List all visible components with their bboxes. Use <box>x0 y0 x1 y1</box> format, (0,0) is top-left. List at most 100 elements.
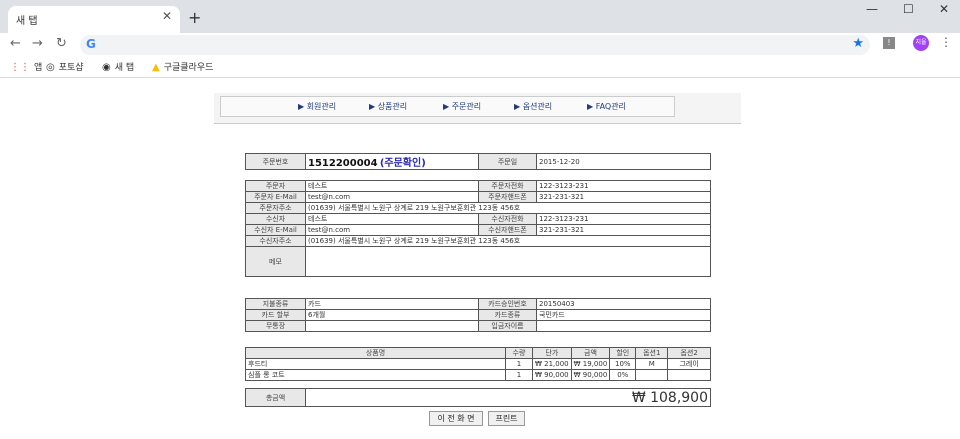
item-unit-price: ₩ 90,000 <box>532 369 572 381</box>
orderer-phone: 122-3123-231 <box>536 180 711 192</box>
item-qty: 1 <box>505 358 533 370</box>
payment-type-label: 지불종류 <box>245 298 306 310</box>
item-option2: 그레이 <box>667 358 711 370</box>
receiver-mobile-label: 수신자핸드폰 <box>478 224 537 236</box>
item-option1: M <box>635 358 669 370</box>
profile-avatar[interactable]: 지율 <box>913 35 929 51</box>
orderer-name: 테스트 <box>305 180 479 192</box>
orderer-email-label: 주문자 E-Mail <box>245 191 306 203</box>
bookmark-photoshop[interactable]: ◎ 포토샵 <box>46 60 84 73</box>
order-number: 1512200004 <box>308 158 378 169</box>
card-type-label: 카드종류 <box>478 309 537 321</box>
item-discount: 10% <box>609 358 637 370</box>
receiver-name: 테스트 <box>305 213 479 225</box>
col-header-qty: 수량 <box>505 347 533 359</box>
bookmark-label: 새 탭 <box>114 63 135 73</box>
item-name: 심플 롱 코트 <box>245 369 506 381</box>
page-content: ▶ 회원관리 ▶ 상품관리 ▶ 주문관리 ▶ 옵션관리 ▶ FAQ관리 주문번호… <box>0 79 960 439</box>
cloud-logo-icon: ▲ <box>152 62 160 73</box>
close-window-button[interactable]: ✕ <box>939 2 949 16</box>
bookmark-label: 앱 <box>34 63 43 73</box>
orderer-address-label: 주문자주소 <box>245 202 306 214</box>
total-table: 총금액 ₩ 108,900 <box>245 388 711 407</box>
new-tab-button[interactable]: + <box>188 8 201 27</box>
bookmark-label: 포토샵 <box>58 63 84 73</box>
item-option1 <box>635 369 669 381</box>
item-unit-price: ₩ 21,000 <box>532 358 572 370</box>
order-no-cell: 1512200004 (주문확인) <box>305 153 479 170</box>
globe-icon: ◎ <box>46 62 55 73</box>
col-header-product: 상품명 <box>245 347 506 359</box>
order-no-label: 주문번호 <box>245 153 306 170</box>
receiver-mobile: 321-231-321 <box>536 224 711 236</box>
bookmark-star-icon[interactable]: ★ <box>852 36 864 51</box>
globe-icon: ◉ <box>102 62 111 73</box>
bookmark-label: 구글클라우드 <box>163 63 214 73</box>
tab-title: 새 탭 <box>16 16 38 27</box>
payment-type: 카드 <box>305 298 479 310</box>
memo-field <box>305 246 711 277</box>
receiver-email-label: 수신자 E-Mail <box>245 224 306 236</box>
nav-option-admin[interactable]: ▶ 옵션관리 <box>514 101 552 112</box>
item-discount: 0% <box>609 369 637 381</box>
col-header-option1: 옵션1 <box>635 347 669 359</box>
card-approval-no: 20150403 <box>536 298 711 310</box>
orderer-phone-label: 주문자전화 <box>478 180 537 192</box>
orderer-name-label: 주문자 <box>245 180 306 192</box>
bank-transfer-label: 무통장 <box>245 320 306 332</box>
total-amount: ₩ 108,900 <box>305 388 711 407</box>
receiver-address-label: 수신자주소 <box>245 235 306 247</box>
order-header-table: 주문번호 1512200004 (주문확인) 주문일 2015-12-20 <box>245 153 711 170</box>
nav-product-admin[interactable]: ▶ 상품관리 <box>369 101 407 112</box>
order-date-label: 주문일 <box>478 153 537 170</box>
maximize-button[interactable]: ☐ <box>903 2 914 16</box>
receiver-address: (01639) 서울특별시 노원구 상계로 219 노원구보훈회관 123동 4… <box>305 235 711 247</box>
browser-tab[interactable]: 새 탭 ✕ <box>8 6 180 33</box>
google-icon: G <box>86 37 96 51</box>
print-button[interactable]: 프린트 <box>488 411 525 426</box>
browser-toolbar: ← → ↻ G ★ ! 지율 ⋮ <box>0 33 960 56</box>
back-icon[interactable]: ← <box>10 36 21 51</box>
col-header-amount: 금액 <box>570 347 611 359</box>
col-header-discount: 할인 <box>609 347 637 359</box>
receiver-phone-label: 수신자전화 <box>478 213 537 225</box>
browser-tab-strip: 새 탭 ✕ + — ☐ ✕ <box>0 0 960 33</box>
orderer-email: test@n.com <box>305 191 479 203</box>
orderer-table: 주문자 테스트 주문자전화 122-3123-231 주문자 E-Mail te… <box>245 180 711 277</box>
forward-icon[interactable]: → <box>32 36 43 51</box>
orderer-mobile: 321-231-321 <box>536 191 711 203</box>
browser-menu-icon[interactable]: ⋮ <box>940 35 952 49</box>
orderer-mobile-label: 주문자핸드폰 <box>478 191 537 203</box>
installment-label: 카드 할부 <box>245 309 306 321</box>
col-header-unit-price: 단가 <box>532 347 572 359</box>
nav-member-admin[interactable]: ▶ 회원관리 <box>298 101 336 112</box>
bookmark-apps[interactable]: ⋮⋮ 앱 <box>10 60 42 73</box>
receiver-phone: 122-3123-231 <box>536 213 711 225</box>
items-table: 상품명 수량 단가 금액 할인 옵션1 옵션2 후드티 1 ₩ 21,000 ₩… <box>245 347 711 381</box>
item-amount: ₩ 19,000 <box>570 358 611 370</box>
table-row: 후드티 1 ₩ 21,000 ₩ 19,000 10% M 그레이 <box>245 358 711 370</box>
nav-faq-admin[interactable]: ▶ FAQ관리 <box>587 101 626 112</box>
installment: 6개월 <box>305 309 479 321</box>
nav-order-admin[interactable]: ▶ 주문관리 <box>443 101 481 112</box>
order-date: 2015-12-20 <box>536 153 711 170</box>
bookmark-google-cloud[interactable]: ▲ 구글클라우드 <box>152 60 213 73</box>
back-button[interactable]: 이 전 화 면 <box>429 411 483 426</box>
apps-grid-icon: ⋮⋮ <box>10 62 30 73</box>
bookmark-new-tab[interactable]: ◉ 새 탭 <box>102 60 134 73</box>
memo-label: 메모 <box>245 246 306 277</box>
address-bar[interactable]: G ★ <box>80 35 870 55</box>
bookmarks-bar: ⋮⋮ 앱 ◎ 포토샵 ◉ 새 탭 ▲ 구글클라우드 <box>0 56 960 78</box>
receiver-email: test@n.com <box>305 224 479 236</box>
order-status: (주문확인) <box>379 158 426 169</box>
minimize-button[interactable]: — <box>866 2 878 16</box>
card-type: 국민카드 <box>536 309 711 321</box>
admin-nav-bar: ▶ 회원관리 ▶ 상품관리 ▶ 주문관리 ▶ 옵션관리 ▶ FAQ관리 <box>214 93 741 123</box>
receiver-name-label: 수신자 <box>245 213 306 225</box>
total-label: 총금액 <box>245 388 306 407</box>
admin-nav-menu: ▶ 회원관리 ▶ 상품관리 ▶ 주문관리 ▶ 옵션관리 ▶ FAQ관리 <box>220 96 675 117</box>
card-approval-label: 카드승인번호 <box>478 298 537 310</box>
tab-close-icon[interactable]: ✕ <box>162 9 172 23</box>
extension-icon[interactable]: ! <box>883 37 895 49</box>
reload-icon[interactable]: ↻ <box>56 36 67 51</box>
